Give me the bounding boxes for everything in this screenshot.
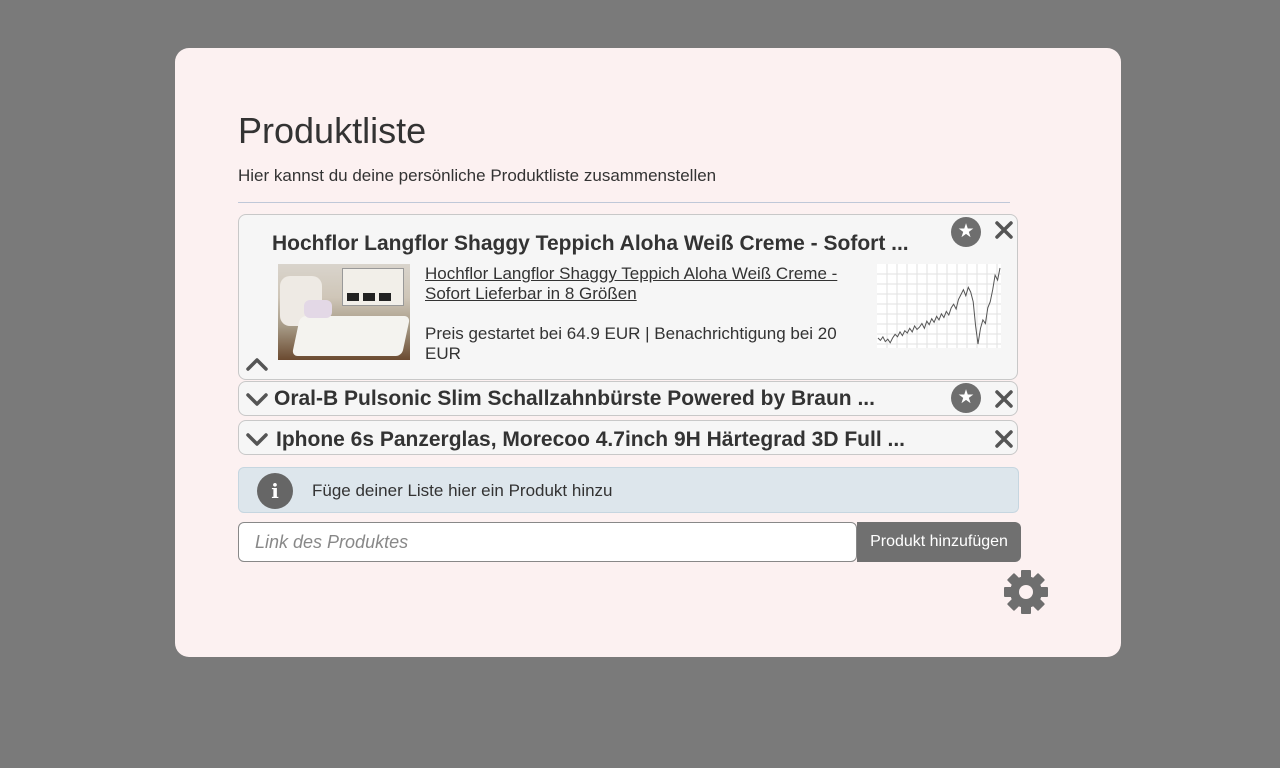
- product-price-info: Preis gestartet bei 64.9 EUR | Benachric…: [425, 324, 837, 363]
- page-subtitle: Hier kannst du deine persönliche Produkt…: [238, 166, 717, 185]
- close-icon[interactable]: [993, 428, 1015, 450]
- product-item-collapsed[interactable]: Iphone 6s Panzerglas, Morecoo 4.7inch 9H…: [238, 420, 1018, 455]
- product-title[interactable]: Oral-B Pulsonic Slim Schallzahnbürste Po…: [274, 386, 875, 412]
- product-link[interactable]: Hochflor Langflor Shaggy Teppich Aloha W…: [425, 264, 855, 304]
- page-title: Produktliste: [238, 110, 427, 151]
- close-icon[interactable]: [993, 388, 1015, 410]
- product-image[interactable]: [278, 264, 410, 360]
- product-title[interactable]: Iphone 6s Panzerglas, Morecoo 4.7inch 9H…: [276, 427, 905, 453]
- chevron-down-icon[interactable]: [245, 432, 269, 448]
- product-title[interactable]: Hochflor Langflor Shaggy Teppich Aloha W…: [272, 231, 909, 257]
- product-list-card: Produktliste Hier kannst du deine persön…: [175, 48, 1121, 657]
- info-icon: i: [257, 473, 293, 509]
- info-alert: i Füge deiner Liste hier ein Produkt hin…: [238, 467, 1019, 513]
- close-icon[interactable]: [993, 219, 1015, 241]
- alert-text: Füge deiner Liste hier ein Produkt hinzu: [312, 481, 613, 500]
- product-item-expanded: Hochflor Langflor Shaggy Teppich Aloha W…: [238, 214, 1018, 380]
- price-history-chart: [877, 264, 1001, 348]
- product-item-collapsed[interactable]: Oral-B Pulsonic Slim Schallzahnbürste Po…: [238, 381, 1018, 416]
- chevron-up-icon[interactable]: [245, 356, 269, 372]
- gear-icon[interactable]: [1002, 568, 1050, 616]
- price-history-line: [877, 267, 1001, 345]
- product-link-input[interactable]: [238, 522, 857, 562]
- divider: [238, 202, 1010, 203]
- chevron-down-icon[interactable]: [245, 392, 269, 408]
- star-icon[interactable]: ★: [951, 217, 981, 247]
- star-icon[interactable]: ★: [951, 383, 981, 413]
- add-product-button[interactable]: Produkt hinzufügen: [857, 522, 1021, 562]
